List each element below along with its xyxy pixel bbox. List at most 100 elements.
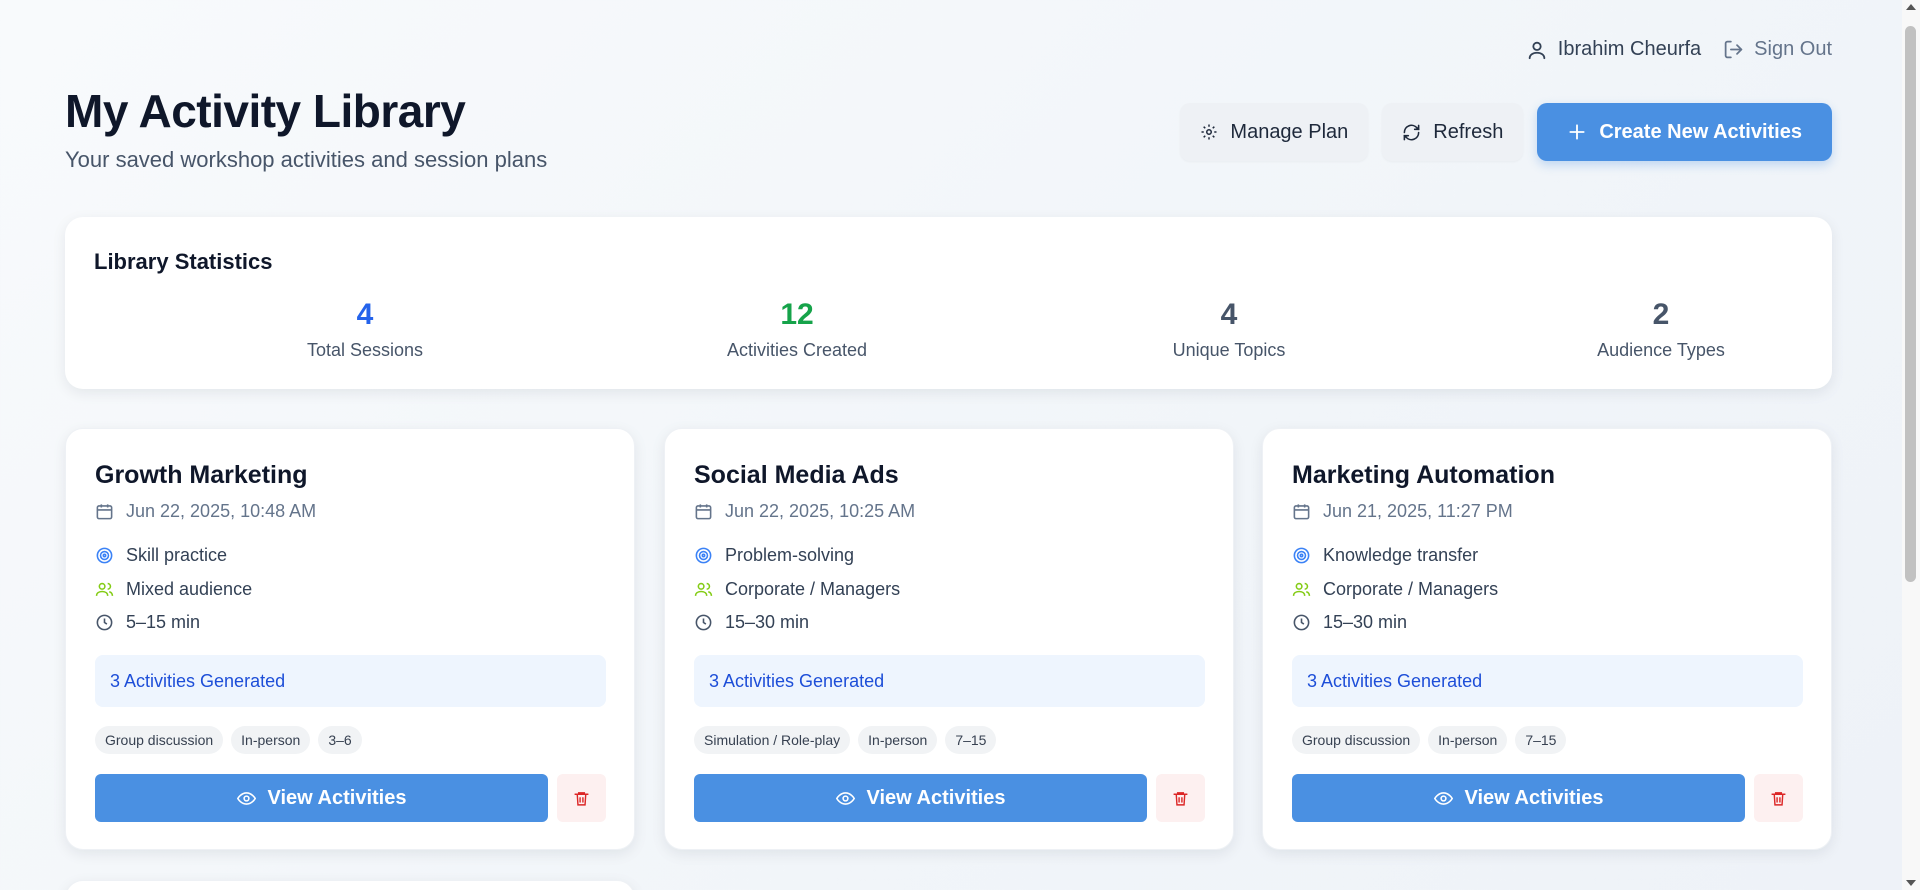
audience-text: Mixed audience bbox=[126, 579, 253, 599]
user-icon bbox=[1526, 39, 1548, 61]
plus-icon bbox=[1567, 122, 1587, 142]
session-audience: Corporate / Managers bbox=[1292, 579, 1498, 600]
session-audience: Mixed audience bbox=[95, 579, 252, 600]
tag: Group discussion bbox=[95, 726, 224, 754]
manage-plan-label: Manage Plan bbox=[1230, 120, 1349, 143]
stat-label: Unique Topics bbox=[1172, 340, 1286, 360]
view-activities-button[interactable]: View Activities bbox=[1292, 774, 1745, 822]
session-tags: Simulation / Role-play In-person 7–15 bbox=[694, 726, 997, 754]
session-date: Jun 22, 2025, 10:48 AM bbox=[95, 501, 316, 522]
duration-text: 15–30 min bbox=[1323, 612, 1408, 632]
session-goal: Skill practice bbox=[95, 545, 227, 566]
session-tags: Group discussion In-person 3–6 bbox=[95, 726, 362, 754]
session-tags: Group discussion In-person 7–15 bbox=[1292, 726, 1567, 754]
stat-value: 4 bbox=[1220, 298, 1238, 331]
sign-out-label: Sign Out bbox=[1754, 38, 1832, 60]
stat-value: 4 bbox=[356, 298, 374, 331]
users-icon bbox=[1292, 580, 1311, 599]
users-icon bbox=[694, 580, 713, 599]
stat-unique-topics: 4 Unique Topics bbox=[1079, 300, 1379, 361]
delete-session-button[interactable] bbox=[1754, 774, 1803, 822]
page-title: My Activity Library bbox=[65, 85, 466, 137]
goal-text: Problem-solving bbox=[725, 545, 855, 565]
tag: In-person bbox=[231, 726, 311, 754]
delete-session-button[interactable] bbox=[557, 774, 606, 822]
date-text: Jun 22, 2025, 10:25 AM bbox=[725, 501, 916, 521]
tag: 7–15 bbox=[945, 726, 997, 754]
calendar-icon bbox=[95, 502, 114, 521]
calendar-icon bbox=[1292, 502, 1311, 521]
activities-generated-banner: 3 Activities Generated bbox=[694, 655, 1205, 707]
create-new-activities-button[interactable]: Create New Activities bbox=[1537, 103, 1832, 161]
tag: In-person bbox=[1428, 726, 1508, 754]
session-card: Social Media Ads Jun 22, 2025, 10:25 AM … bbox=[664, 428, 1234, 850]
audience-text: Corporate / Managers bbox=[725, 579, 901, 599]
tag: Simulation / Role-play bbox=[694, 726, 851, 754]
view-activities-button[interactable]: View Activities bbox=[95, 774, 548, 822]
clock-icon bbox=[1292, 613, 1311, 632]
library-statistics: Library Statistics 4 Total Sessions 12 A… bbox=[65, 217, 1832, 389]
gear-icon bbox=[1200, 123, 1218, 141]
eye-icon bbox=[236, 789, 256, 808]
stat-audience-types: 2 Audience Types bbox=[1511, 300, 1811, 361]
stats-title: Library Statistics bbox=[94, 249, 273, 274]
trash-icon bbox=[1172, 790, 1189, 807]
delete-session-button[interactable] bbox=[1156, 774, 1205, 822]
sign-out-link[interactable]: Sign Out bbox=[1723, 38, 1832, 61]
clock-icon bbox=[694, 613, 713, 632]
session-goal: Problem-solving bbox=[694, 545, 854, 566]
session-title: Growth Marketing bbox=[95, 461, 308, 489]
view-label: View Activities bbox=[1464, 786, 1604, 809]
session-duration: 15–30 min bbox=[694, 612, 809, 633]
session-card: Marketing Automation Jun 21, 2025, 11:27… bbox=[1262, 428, 1832, 850]
session-card: Growth Marketing Jun 22, 2025, 10:48 AM … bbox=[65, 428, 635, 850]
tag: Group discussion bbox=[1292, 726, 1421, 754]
refresh-label: Refresh bbox=[1433, 120, 1504, 143]
users-icon bbox=[95, 580, 114, 599]
sign-out-icon bbox=[1723, 39, 1744, 60]
clock-icon bbox=[95, 613, 114, 632]
session-date: Jun 22, 2025, 10:25 AM bbox=[694, 501, 915, 522]
calendar-icon bbox=[694, 502, 713, 521]
view-activities-button[interactable]: View Activities bbox=[694, 774, 1147, 822]
session-audience: Corporate / Managers bbox=[694, 579, 900, 600]
scroll-up-arrow-icon[interactable] bbox=[1906, 4, 1916, 10]
eye-icon bbox=[1433, 789, 1453, 808]
session-goal: Knowledge transfer bbox=[1292, 545, 1478, 566]
date-text: Jun 22, 2025, 10:48 AM bbox=[126, 501, 317, 521]
scroll-down-arrow-icon[interactable] bbox=[1906, 880, 1916, 886]
trash-icon bbox=[573, 790, 590, 807]
stat-total-sessions: 4 Total Sessions bbox=[215, 300, 515, 361]
trash-icon bbox=[1770, 790, 1787, 807]
goal-text: Knowledge transfer bbox=[1323, 545, 1479, 565]
date-text: Jun 21, 2025, 11:27 PM bbox=[1323, 501, 1513, 521]
user-info: Ibrahim Cheurfa bbox=[1526, 38, 1701, 61]
header-actions: Manage Plan Refresh Create New Activitie… bbox=[1180, 103, 1832, 161]
tag: In-person bbox=[858, 726, 938, 754]
session-title: Marketing Automation bbox=[1292, 461, 1555, 489]
stat-value: 12 bbox=[780, 298, 814, 331]
refresh-icon bbox=[1402, 123, 1421, 142]
user-name: Ibrahim Cheurfa bbox=[1557, 38, 1702, 60]
audience-text: Corporate / Managers bbox=[1323, 579, 1499, 599]
session-duration: 15–30 min bbox=[1292, 612, 1407, 633]
duration-text: 15–30 min bbox=[725, 612, 810, 632]
user-bar: Ibrahim Cheurfa Sign Out bbox=[1526, 38, 1832, 61]
stat-label: Total Sessions bbox=[306, 340, 424, 360]
activities-generated-banner: 3 Activities Generated bbox=[95, 655, 606, 707]
refresh-button[interactable]: Refresh bbox=[1382, 103, 1524, 161]
session-card-partial bbox=[65, 880, 635, 890]
stat-label: Audience Types bbox=[1597, 340, 1725, 360]
view-label: View Activities bbox=[866, 786, 1006, 809]
scroll-thumb[interactable] bbox=[1905, 26, 1916, 582]
eye-icon bbox=[835, 789, 855, 808]
target-icon bbox=[95, 546, 114, 565]
manage-plan-button[interactable]: Manage Plan bbox=[1180, 103, 1369, 161]
vertical-scrollbar[interactable] bbox=[1902, 0, 1920, 890]
stat-activities-created: 12 Activities Created bbox=[647, 300, 947, 361]
view-label: View Activities bbox=[267, 786, 407, 809]
stat-value: 2 bbox=[1652, 298, 1670, 331]
goal-text: Skill practice bbox=[126, 545, 228, 565]
tag: 7–15 bbox=[1515, 726, 1567, 754]
create-label: Create New Activities bbox=[1599, 120, 1802, 143]
